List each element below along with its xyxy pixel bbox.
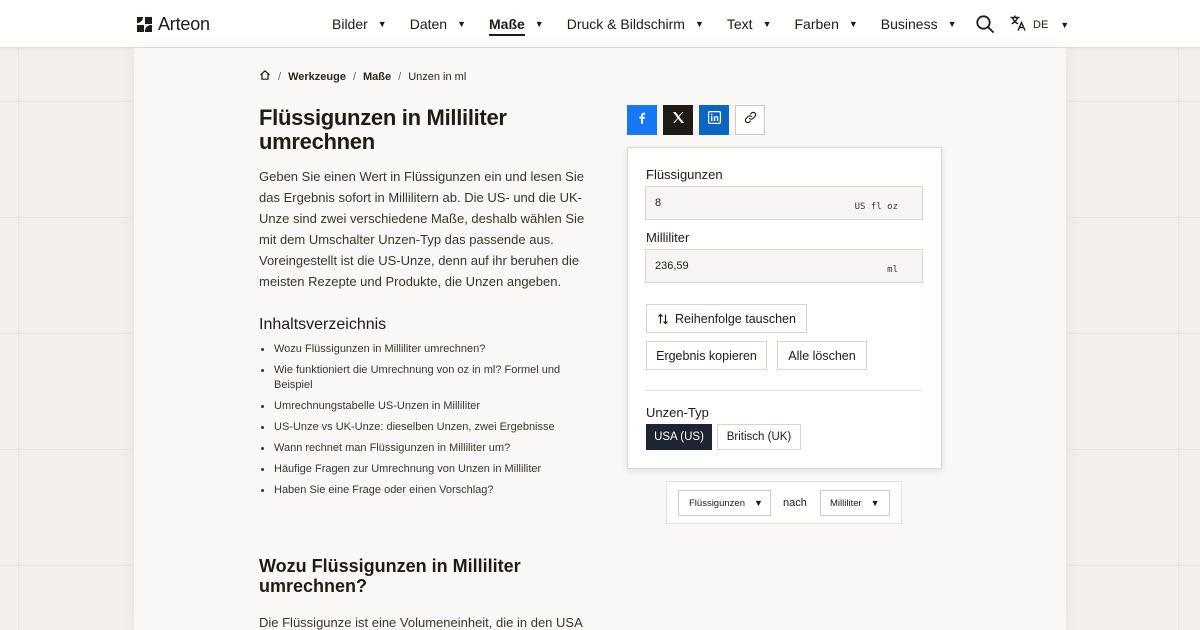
- x-icon: [672, 111, 685, 129]
- caret-down-icon: ▼: [694, 19, 704, 29]
- nav-item-text[interactable]: Text ▼: [727, 0, 772, 48]
- input-unit: US fl oz: [854, 202, 898, 212]
- page-title: Flüssigunzen in Milliliter umrechnen: [259, 105, 507, 154]
- nav-item-daten[interactable]: Daten ▼: [410, 0, 466, 48]
- toc-item[interactable]: US-Unze vs UK-Unze: dieselben Unzen, zwe…: [261, 420, 574, 435]
- copy-link-button[interactable]: [735, 105, 765, 135]
- breadcrumb-werkzeuge[interactable]: Werkzeuge: [288, 71, 346, 83]
- output-label: Milliliter: [646, 230, 690, 245]
- ounce-type-uk[interactable]: Britisch (UK): [717, 424, 801, 450]
- caret-down-icon: ▼: [753, 498, 763, 508]
- clear-all-label: Alle löschen: [788, 348, 856, 363]
- output-unit: ml: [887, 265, 898, 275]
- translate-icon: [1009, 14, 1027, 35]
- caret-down-icon: ▼: [947, 19, 957, 29]
- caret-down-icon: ▼: [762, 19, 772, 29]
- toc-item[interactable]: Haben Sie eine Frage oder einen Vorschla…: [261, 483, 574, 498]
- toc-item[interactable]: Wie funktioniert die Umrechnung von oz i…: [261, 363, 574, 393]
- top-navigation-bar: Arteon Bilder ▼ Daten ▼ Maße ▼ Druck & Bild…: [0, 0, 1200, 48]
- card-divider: [645, 390, 922, 391]
- brand-logo[interactable]: Arteon: [137, 14, 210, 35]
- caret-down-icon: ▼: [1060, 19, 1070, 30]
- section-paragraph: Die Flüssigunze ist eine Volumeneinheit,…: [259, 615, 583, 630]
- link-icon: [744, 111, 757, 129]
- linkedin-icon: [707, 111, 721, 129]
- main-nav: Bilder ▼ Daten ▼ Maße ▼ Druck & Bildschirm ▼…: [332, 0, 980, 48]
- input-value: 8: [655, 197, 662, 209]
- toc-item[interactable]: Umrechnungstabelle US-Unzen in Millilite…: [261, 399, 574, 414]
- nav-item-farben[interactable]: Farben ▼: [795, 0, 858, 48]
- breadcrumb-current: Unzen in ml: [408, 70, 467, 83]
- caret-down-icon: ▼: [377, 19, 387, 29]
- caret-down-icon: ▼: [870, 498, 880, 508]
- breadcrumb-separator: /: [398, 70, 402, 83]
- toc-item[interactable]: Wann rechnet man Flüssigunzen in Millili…: [261, 441, 574, 456]
- caret-down-icon: ▼: [534, 19, 544, 29]
- search-icon[interactable]: [975, 14, 995, 34]
- to-unit-select[interactable]: Milliliter ▼: [820, 490, 890, 516]
- swap-order-button[interactable]: Reihenfolge tauschen: [646, 304, 807, 333]
- swap-order-label: Reihenfolge tauschen: [675, 311, 796, 326]
- breadcrumb: / Werkzeuge / Maße / Unzen in ml: [259, 69, 466, 84]
- from-unit-select[interactable]: Flüssigunzen ▼: [678, 490, 771, 516]
- toc-heading: Inhaltsverzeichnis: [259, 316, 387, 333]
- intro-paragraph: Geben Sie einen Wert in Flüssigunzen ein…: [259, 169, 585, 289]
- toc-item[interactable]: Häufige Fragen zur Umrechnung von Unzen …: [261, 462, 574, 477]
- pair-connector: nach: [783, 497, 807, 509]
- linkedin-share-button[interactable]: [699, 105, 729, 135]
- caret-down-icon: ▼: [457, 19, 466, 29]
- facebook-icon: [636, 111, 648, 129]
- swap-arrows-icon: [657, 313, 669, 325]
- section-heading: Wozu Flüssigunzen in Milliliter umrechne…: [259, 556, 521, 596]
- facebook-share-button[interactable]: [627, 105, 657, 135]
- nav-item-business[interactable]: Business ▼: [881, 0, 957, 48]
- breadcrumb-separator: /: [278, 70, 282, 83]
- home-icon[interactable]: [259, 69, 271, 84]
- breadcrumb-separator: /: [352, 70, 356, 83]
- copy-result-button[interactable]: Ergebnis kopieren: [646, 341, 767, 370]
- nav-item-druck-bildschirm[interactable]: Druck & Bildschirm ▼: [567, 0, 704, 48]
- language-selector[interactable]: DE ▼: [1009, 14, 1069, 35]
- ounce-type-us[interactable]: USA (US): [646, 424, 712, 450]
- brand-name: Arteon: [158, 14, 210, 34]
- input-label: Flüssigunzen: [646, 167, 723, 182]
- x-share-button[interactable]: [663, 105, 693, 135]
- nav-item-bilder[interactable]: Bilder ▼: [332, 0, 387, 48]
- toc-item[interactable]: Wozu Flüssigunzen in Milliliter umrechne…: [261, 342, 574, 357]
- caret-down-icon: ▼: [848, 19, 858, 29]
- fluid-ounces-input[interactable]: 8 US fl oz: [645, 186, 923, 220]
- ounce-type-label: Unzen-Typ: [646, 405, 709, 420]
- clear-all-button[interactable]: Alle löschen: [777, 341, 867, 370]
- logo-icon: [137, 17, 152, 32]
- nav-item-masse[interactable]: Maße ▼: [489, 0, 544, 48]
- milliliter-output[interactable]: 236,59 ml: [645, 249, 923, 283]
- language-code: DE: [1033, 18, 1049, 31]
- copy-result-label: Ergebnis kopieren: [656, 348, 757, 363]
- output-value: 236,59: [655, 260, 689, 272]
- breadcrumb-masse[interactable]: Maße: [363, 71, 391, 83]
- table-of-contents: Wozu Flüssigunzen in Milliliter umrechne…: [261, 342, 574, 504]
